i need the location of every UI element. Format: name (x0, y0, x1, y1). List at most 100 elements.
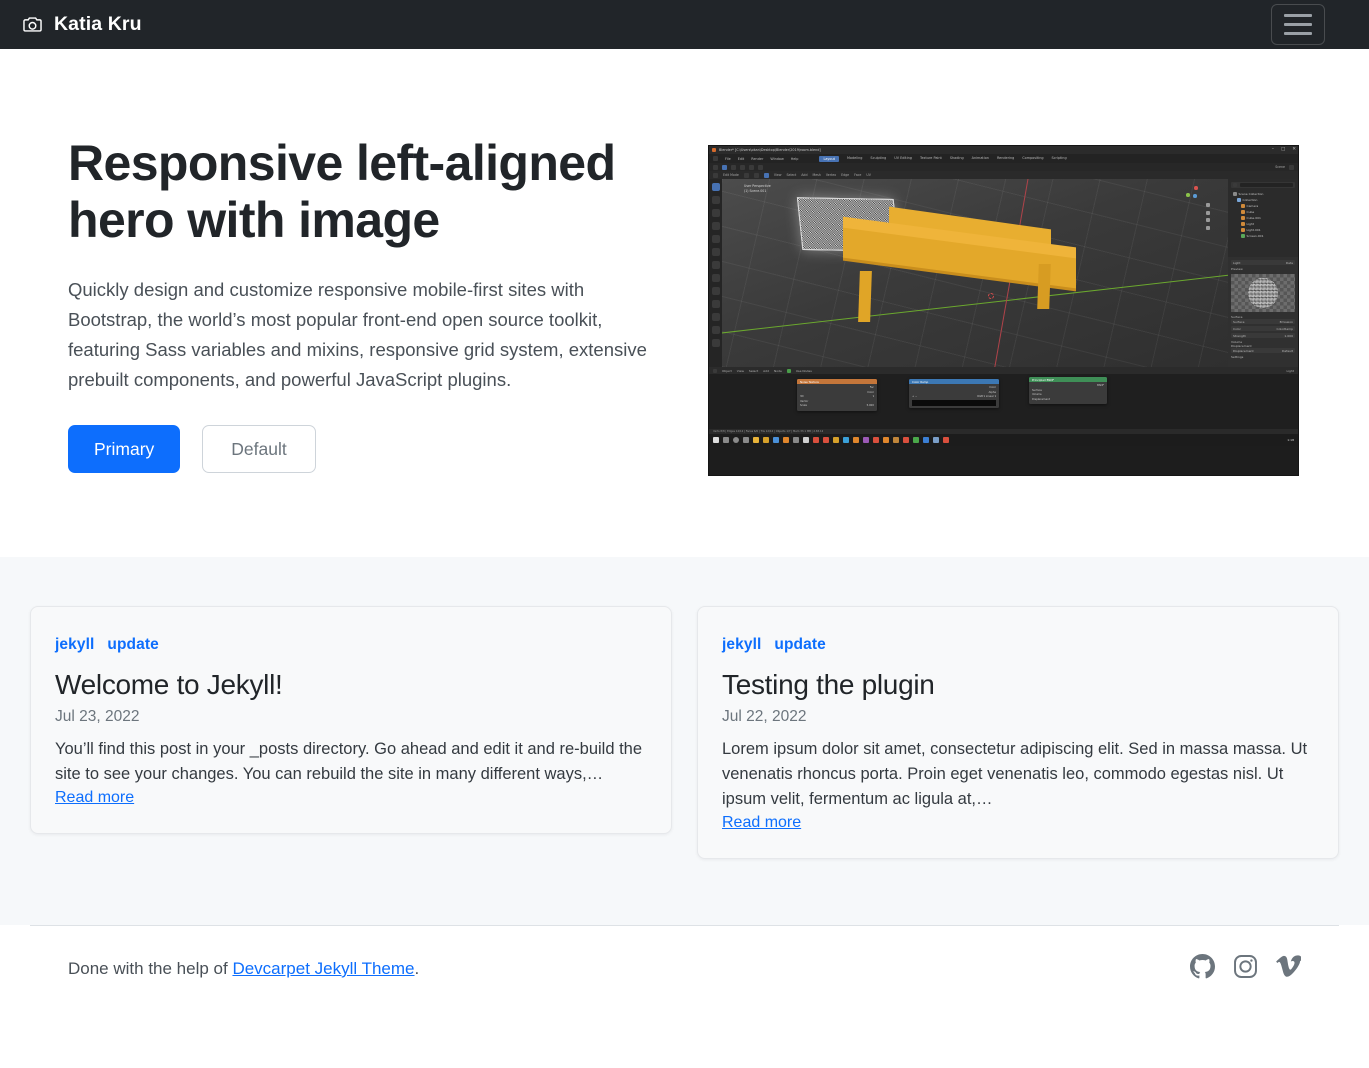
outliner-label: Cube.001 (1246, 216, 1261, 220)
outliner-label: Screen.001 (1246, 234, 1264, 238)
post-tag-jekyll[interactable]: jekyll (55, 636, 94, 654)
property-value: Emission (1279, 319, 1293, 324)
material-name-label: Light (1233, 260, 1241, 265)
read-more-link[interactable]: Read more (55, 789, 134, 807)
hamburger-bar (1284, 32, 1312, 35)
taskbar-clock: 1:18 (1287, 438, 1294, 442)
blender-body: User Perspective (1) Scene.001 Scene Col… (709, 179, 1298, 367)
property-row[interactable]: Color ColorRamp (1231, 326, 1295, 331)
post-excerpt: You’ll find this post in your _posts dir… (55, 740, 643, 784)
property-value: Default (1282, 348, 1293, 353)
property-row[interactable]: Surface Emission (1231, 319, 1295, 324)
use-nodes-label: Use Nodes (795, 368, 812, 373)
editor-type-icon (713, 368, 717, 373)
post-tag-update[interactable]: update (774, 636, 825, 654)
github-link[interactable] (1190, 954, 1215, 984)
start-icon (713, 437, 719, 443)
viewport-side-icons (1206, 203, 1210, 230)
shader-editor: Object View Select Add Node Use Nodes Li… (709, 367, 1298, 429)
navbar: Katia Kru (0, 0, 1369, 49)
hero-section: Responsive left-aligned hero with image … (0, 49, 1369, 476)
node-socket: Scale 5.000 (800, 404, 874, 407)
outliner-label: Collection (1242, 198, 1258, 202)
properties-material-selector[interactable]: Light Data (1231, 260, 1295, 265)
scale-tool-icon (711, 235, 720, 243)
post-title[interactable]: Welcome to Jekyll! (55, 668, 647, 701)
maximize-icon: □ (1280, 147, 1286, 152)
post-tag-update[interactable]: update (107, 636, 158, 654)
outliner-search-input[interactable] (1240, 183, 1293, 187)
menu-help: Help (790, 156, 799, 161)
material-preview (1231, 274, 1295, 312)
blender-window-title: Blender* [C:\Users\okan\Desktop\Blender\… (719, 148, 821, 152)
menu-view: View (773, 173, 782, 177)
statusbar-stats: Verts 8/8 | Edges 12/12 | Faces 6/6 | Tr… (713, 430, 824, 433)
overlay-icon (758, 164, 763, 170)
instagram-link[interactable] (1233, 954, 1258, 984)
app-icon (873, 437, 879, 443)
blender-screenshot-image: Blender* [C:\Users\okan\Desktop\Blender\… (708, 145, 1299, 476)
outliner-filter-icon (1233, 183, 1237, 187)
window-controls: – □ ✕ (1272, 147, 1296, 152)
color-ramp-strip (912, 399, 996, 406)
blender-taskbar-icon (783, 437, 789, 443)
app-icon (913, 437, 919, 443)
post-tag-jekyll[interactable]: jekyll (722, 636, 761, 654)
shader-menu-node: Node (773, 368, 782, 373)
menu-file: File (725, 156, 731, 161)
gizmo-y-axis (1186, 193, 1190, 197)
tweak-tool-icon (711, 183, 720, 191)
read-more-link[interactable]: Read more (722, 814, 801, 832)
menu-mesh: Mesh (812, 173, 821, 177)
navbar-brand[interactable]: Katia Kru (22, 14, 142, 35)
use-nodes-icon (786, 368, 791, 373)
cortana-icon (733, 437, 739, 443)
shader-editor-header: Object View Select Add Node Use Nodes Li… (709, 367, 1298, 374)
footer-social-links (1190, 954, 1302, 984)
close-icon: ✕ (1292, 147, 1296, 152)
post-title[interactable]: Testing the plugin (722, 668, 1314, 701)
face-select-icon (763, 172, 769, 178)
navbar-toggler-button[interactable] (1271, 4, 1325, 45)
primary-button[interactable]: Primary (68, 424, 181, 474)
footer: Done with the help of Devcarpet Jekyll T… (30, 926, 1339, 984)
tab-texture-paint: Texture Paint (919, 155, 942, 160)
post-tags: jekyll update (55, 636, 647, 654)
gizmo-x-axis (1194, 186, 1198, 190)
workspace-tabs: Layout Modeling Sculpting UV Editing Tex… (819, 155, 1067, 162)
menu-render: Render (751, 156, 764, 161)
material-data-label: Data (1285, 260, 1293, 265)
property-row[interactable]: Strength 1.000 (1231, 333, 1295, 338)
node-socket: Volume (1032, 393, 1042, 396)
shader-slot-label: Light (1286, 368, 1295, 373)
footer-theme-link[interactable]: Devcarpet Jekyll Theme (232, 959, 414, 978)
posts-section: jekyll update Welcome to Jekyll! Jul 23,… (0, 557, 1369, 925)
node-socket: Displacement (1032, 397, 1050, 401)
blender-toolbar-lower: Edit Mode View Select Add Mesh Vertex Ed… (709, 171, 1298, 179)
tab-uv-editing: UV Editing (894, 155, 912, 160)
navbar-brand-label: Katia Kru (54, 12, 142, 35)
properties-section-preview[interactable]: Preview (1231, 267, 1295, 271)
property-label: Color (1233, 326, 1241, 331)
annotate-tool-icon (711, 261, 720, 269)
vimeo-link[interactable] (1276, 954, 1302, 984)
properties-section-settings[interactable]: Settings (1231, 355, 1295, 359)
instagram-icon (1233, 954, 1258, 984)
property-label: Strength (1233, 333, 1246, 338)
menu-face: Face (854, 173, 862, 177)
footer-wrapper: Done with the help of Devcarpet Jekyll T… (0, 925, 1369, 984)
property-row[interactable]: Displacement Default (1231, 348, 1295, 353)
zoom-icon (1206, 203, 1210, 207)
edge-select-icon (753, 172, 759, 178)
shader-node-color-ramp: Color Ramp Color Alpha + − RGB ▾ Linear ▾ (909, 379, 999, 408)
outliner-label: Light.001 (1246, 228, 1261, 232)
vertex-select-icon (743, 172, 749, 178)
default-button[interactable]: Default (202, 424, 316, 474)
measure-tool-icon (711, 274, 720, 282)
gizmo-z-axis (1193, 194, 1197, 198)
property-value: 1.000 (1284, 333, 1293, 338)
node-socket: Color (989, 386, 996, 389)
shading-material-icon (740, 164, 745, 170)
taskview-icon (743, 437, 749, 443)
camera-icon (22, 14, 43, 35)
